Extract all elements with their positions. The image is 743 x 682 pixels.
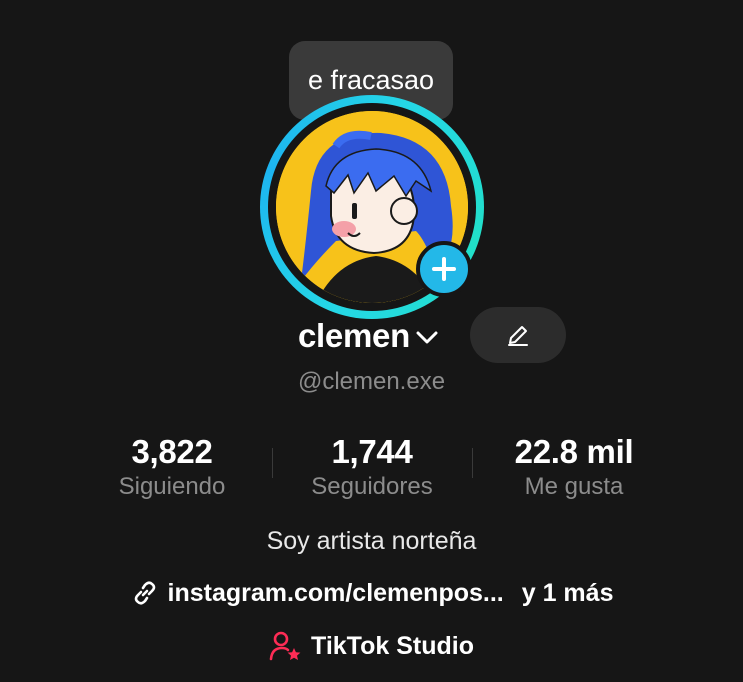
bio-link[interactable]: instagram.com/clemenpos... xyxy=(168,579,504,608)
plus-icon xyxy=(432,257,456,281)
more-links[interactable]: y 1 más xyxy=(522,579,614,608)
link-icon xyxy=(134,581,155,605)
stat-value: 1,744 xyxy=(331,433,413,470)
tiktok-studio-button[interactable]: TikTok Studio xyxy=(0,625,743,667)
stat-divider xyxy=(272,448,273,478)
bio-link-row[interactable]: instagram.com/clemenpos... y 1 más xyxy=(0,573,743,613)
username: @clemen.exe xyxy=(297,368,446,395)
person-star-icon xyxy=(269,631,301,661)
stat-label: Seguidores xyxy=(311,473,433,500)
pencil-icon xyxy=(508,326,528,346)
note-text: e fracasao xyxy=(307,65,435,95)
stat-following[interactable]: 3,822 Siguiendo xyxy=(92,433,252,501)
account-switcher[interactable]: clemen xyxy=(298,311,438,361)
stat-label: Me gusta xyxy=(524,473,624,500)
stat-value: 22.8 mil xyxy=(514,433,634,470)
edit-profile-button[interactable] xyxy=(470,307,566,363)
stat-value: 3,822 xyxy=(131,433,213,470)
chevron-down-icon xyxy=(416,331,438,344)
stat-label: Siguiendo xyxy=(118,473,226,500)
stat-followers[interactable]: 1,744 Seguidores xyxy=(292,433,452,501)
display-name: clemen xyxy=(298,317,410,354)
stat-likes[interactable]: 22.8 mil Me gusta xyxy=(484,433,664,501)
stat-divider xyxy=(472,448,473,478)
bio: Soy artista norteña xyxy=(266,527,477,555)
add-story-button[interactable] xyxy=(416,241,472,297)
tiktok-studio-label: TikTok Studio xyxy=(311,631,474,660)
